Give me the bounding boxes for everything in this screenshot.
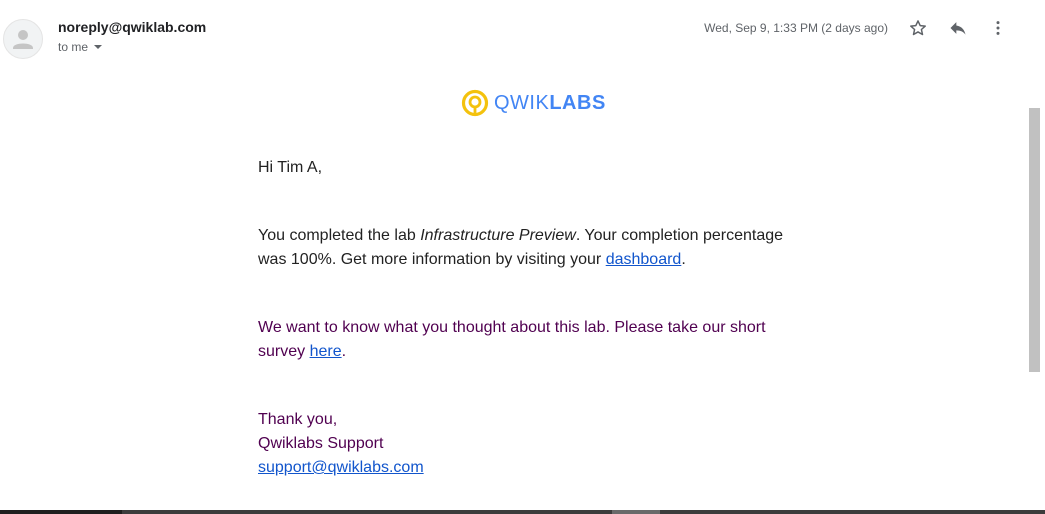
lab-name: Infrastructure Preview	[420, 227, 576, 244]
recipient-label: to me	[58, 40, 89, 54]
reply-icon	[950, 22, 966, 35]
logo-text-qwik: QWIK	[494, 91, 550, 114]
completion-text-end: .	[681, 251, 686, 268]
more-options-button[interactable]	[984, 14, 1012, 42]
message-body: Hi Tim A, You completed the lab Infrastr…	[258, 156, 798, 480]
message-date: Wed, Sep 9, 1:33 PM (2 days ago)	[704, 21, 888, 35]
reply-button[interactable]	[944, 14, 972, 42]
completion-text-start: You completed the lab	[258, 227, 421, 244]
survey-link[interactable]: here	[310, 343, 342, 360]
support-email-link[interactable]: support@qwiklabs.com	[258, 459, 424, 476]
dashboard-link[interactable]: dashboard	[606, 251, 682, 268]
signature-email-line: support@qwiklabs.com	[258, 456, 798, 480]
bottom-edge-segment-mid	[612, 510, 660, 514]
star-button[interactable]	[904, 14, 932, 42]
star-icon	[910, 20, 926, 36]
email-view: noreply@qwiklab.com to me Wed, Sep 9, 1:…	[0, 0, 1045, 514]
caret-down-icon	[94, 45, 103, 49]
qwiklabs-logo-icon	[461, 89, 489, 117]
completion-paragraph: You completed the lab Infrastructure Pre…	[258, 224, 798, 272]
survey-text-end: .	[341, 343, 347, 360]
logo-wordmark: QWIKLABS	[494, 92, 606, 115]
scrollbar-thumb[interactable]	[1029, 108, 1040, 372]
signature-thanks: Thank you,	[258, 411, 338, 428]
bottom-edge-segment-left	[0, 510, 122, 514]
bottom-edge-bar	[0, 510, 1045, 514]
sender-email[interactable]: noreply@qwiklab.com	[58, 19, 206, 35]
person-icon	[13, 30, 33, 49]
more-vert-icon	[996, 21, 1000, 35]
logo-text-labs: LABS	[549, 91, 606, 114]
greeting: Hi Tim A,	[258, 159, 323, 176]
sender-avatar[interactable]	[3, 19, 43, 59]
survey-paragraph: We want to know what you thought about t…	[258, 316, 798, 364]
qwiklabs-logo: QWIKLABS	[461, 88, 606, 118]
signature-team: Qwiklabs Support	[258, 435, 384, 452]
recipient-details-toggle[interactable]: to me	[58, 40, 103, 54]
